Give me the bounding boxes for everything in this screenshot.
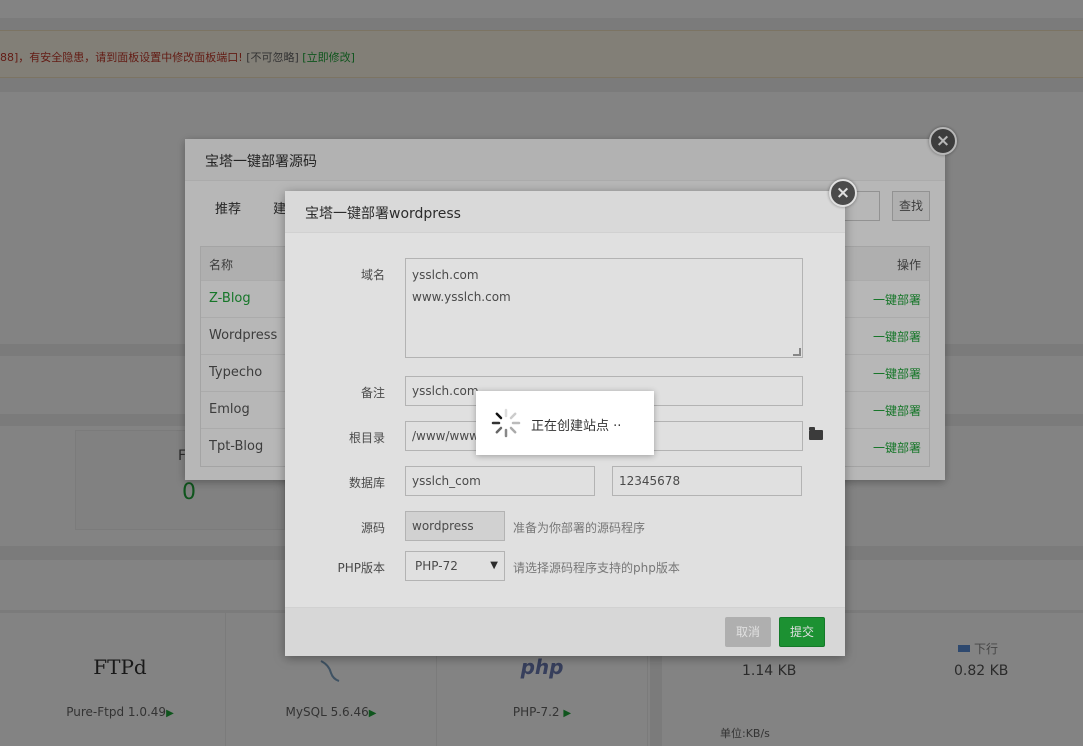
loading-overlay (0, 0, 1083, 746)
loading-popup: 正在创建站点 ·· (476, 391, 654, 455)
loading-text: 正在创建站点 ·· (531, 419, 622, 434)
spinner-icon (491, 408, 521, 438)
